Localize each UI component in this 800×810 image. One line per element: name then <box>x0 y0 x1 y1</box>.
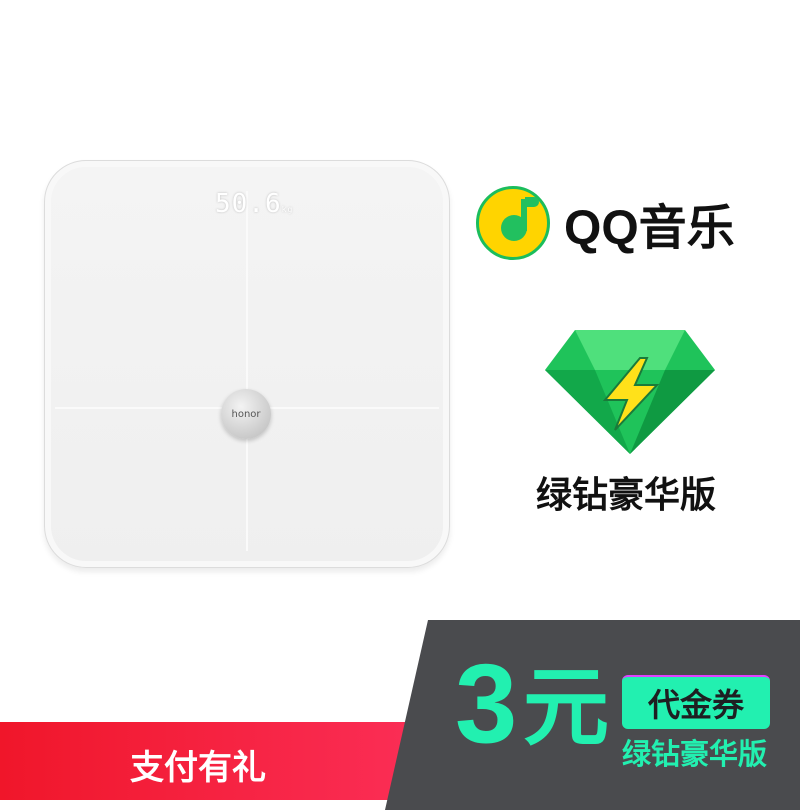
green-diamond-label: 绿钻豪华版 <box>536 475 717 516</box>
brand-logo: honor <box>231 408 261 420</box>
qq-music-note-icon <box>476 186 550 260</box>
honor-logo-button: honor <box>221 389 271 439</box>
voucher-currency: 元 <box>523 658 609 758</box>
pay-gift-text: 支付有礼 <box>130 748 266 788</box>
scale-display: 50.6kg <box>215 189 292 219</box>
smart-scale-image: 50.6kg honor <box>44 160 450 568</box>
weight-value: 50.6 <box>215 189 282 219</box>
voucher-badge: 代金券 <box>622 675 770 729</box>
voucher-subtitle: 绿钻豪华版 <box>622 737 768 771</box>
scale-divider-vertical <box>246 191 248 551</box>
weight-unit: kg <box>281 205 294 214</box>
qq-music-label: QQ音乐 <box>564 202 735 255</box>
qq-music-logo: QQ音乐 <box>476 186 735 260</box>
voucher-amount: 3 <box>455 641 518 766</box>
voucher-label: 代金券 <box>647 686 744 724</box>
green-diamond-lightning-icon <box>545 330 715 454</box>
